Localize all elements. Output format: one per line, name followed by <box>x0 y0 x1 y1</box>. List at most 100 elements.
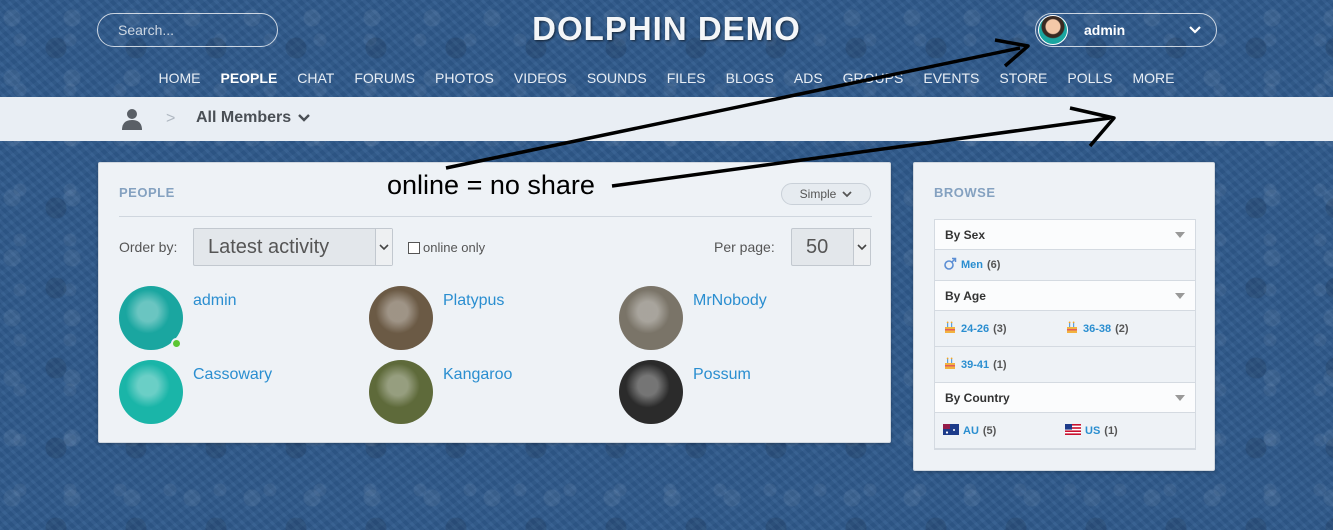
member-card[interactable]: admin <box>119 286 359 352</box>
browse-count: (3) <box>993 322 1007 335</box>
nav-item-forums[interactable]: FORUMS <box>344 70 425 86</box>
dropdown-arrow[interactable] <box>375 229 392 265</box>
member-name-link[interactable]: MrNobody <box>693 292 767 310</box>
member-avatar[interactable] <box>619 286 683 350</box>
browse-link[interactable]: 24-26 <box>961 323 989 335</box>
nav-item-videos[interactable]: VIDEOS <box>504 70 577 86</box>
nav-item-photos[interactable]: PHOTOS <box>425 70 504 86</box>
browse-entry[interactable]: 36-38 (2) <box>1065 320 1187 337</box>
browse-link[interactable]: 39-41 <box>961 359 989 371</box>
online-status-dot <box>171 338 182 349</box>
annotation-text: online = no share <box>387 170 595 200</box>
member-name-link[interactable]: admin <box>193 292 237 310</box>
flag-au-icon <box>943 423 959 438</box>
browse-count: (2) <box>1115 322 1129 335</box>
member-name-link[interactable]: Cassowary <box>193 366 272 384</box>
view-mode-button[interactable]: Simple <box>781 183 871 205</box>
view-mode-label: Simple <box>799 187 837 201</box>
browse-entry[interactable]: US (1) <box>1065 423 1187 438</box>
member-card[interactable]: Possum <box>619 360 859 426</box>
checkbox-box[interactable] <box>408 241 420 254</box>
cake-icon <box>1065 320 1079 337</box>
member-name-link[interactable]: Platypus <box>443 292 504 310</box>
browse-table: By Sex Men (6) By Age 24-26 (3) 36-38 (2) 39-41 (… <box>934 219 1196 450</box>
nav-item-events[interactable]: EVENTS <box>913 70 989 86</box>
breadcrumb-separator: > <box>166 110 176 127</box>
browse-count: (5) <box>982 424 997 437</box>
per-page-select[interactable]: 50 <box>791 228 871 266</box>
nav-item-home[interactable]: HOME <box>148 70 210 86</box>
breadcrumb-current-label: All Members <box>196 109 292 126</box>
browse-section-title: By Country <box>945 390 1010 405</box>
breadcrumb-current[interactable]: All Members <box>196 109 311 127</box>
chevron-down-icon <box>857 243 867 250</box>
browse-link[interactable]: US <box>1085 425 1100 437</box>
browse-section-title: By Sex <box>945 227 986 242</box>
nav-item-sounds[interactable]: SOUNDS <box>577 70 657 86</box>
nav-item-store[interactable]: STORE <box>989 70 1057 86</box>
flag-us-icon <box>1065 423 1081 438</box>
member-card[interactable]: Kangaroo <box>369 360 609 426</box>
browse-section-header[interactable]: By Age <box>935 281 1195 311</box>
dropdown-arrow[interactable] <box>853 229 870 265</box>
browse-entry[interactable]: Men (6) <box>943 257 1065 274</box>
order-by-label: Order by: <box>119 239 178 255</box>
browse-panel-title: BROWSE <box>934 185 996 200</box>
avatar <box>1038 15 1068 45</box>
browse-section-header[interactable]: By Country <box>935 383 1195 413</box>
collapse-triangle-icon[interactable] <box>1175 395 1185 401</box>
browse-entry[interactable]: 39-41 (1) <box>943 356 1065 373</box>
nav-item-polls[interactable]: POLLS <box>1057 70 1122 86</box>
browse-count: (1) <box>993 358 1007 371</box>
member-card[interactable]: MrNobody <box>619 286 859 352</box>
browse-entry[interactable]: AU (5) <box>943 423 1065 438</box>
per-page-value: 50 <box>806 235 829 258</box>
chevron-down-icon <box>842 190 852 197</box>
main-nav: HOME PEOPLE CHAT FORUMS PHOTOS VIDEOS SOUNDS FI… <box>0 70 1333 86</box>
online-only-label: online only <box>423 240 486 255</box>
nav-item-ads[interactable]: ADS <box>784 70 833 86</box>
user-menu[interactable]: admin <box>1035 13 1217 47</box>
member-name-link[interactable]: Kangaroo <box>443 366 512 384</box>
member-avatar[interactable] <box>619 360 683 424</box>
male-icon <box>943 257 957 274</box>
breadcrumb: > All Members <box>0 97 1333 141</box>
collapse-triangle-icon[interactable] <box>1175 293 1185 299</box>
browse-entry[interactable]: 24-26 (3) <box>943 320 1065 337</box>
nav-item-chat[interactable]: CHAT <box>287 70 344 86</box>
cake-icon <box>943 356 957 373</box>
nav-item-people[interactable]: PEOPLE <box>210 70 287 86</box>
browse-row: Men (6) <box>935 250 1195 281</box>
nav-item-blogs[interactable]: BLOGS <box>716 70 784 86</box>
cake-icon <box>943 320 957 337</box>
user-name: admin <box>1084 22 1126 38</box>
member-avatar[interactable] <box>369 360 433 424</box>
browse-count: (1) <box>1104 424 1118 437</box>
browse-row: 24-26 (3) 36-38 (2) <box>935 311 1195 347</box>
user-icon[interactable] <box>121 108 143 130</box>
chevron-down-icon <box>1189 26 1201 34</box>
browse-link[interactable]: Men <box>961 259 983 271</box>
people-panel: PEOPLE Simple Order by: Latest activity … <box>98 162 891 443</box>
member-card[interactable]: Platypus <box>369 286 609 352</box>
browse-row: 39-41 (1) <box>935 347 1195 383</box>
browse-link[interactable]: AU <box>963 425 979 437</box>
divider <box>119 216 872 217</box>
nav-item-groups[interactable]: GROUPS <box>833 70 914 86</box>
nav-item-files[interactable]: FILES <box>657 70 716 86</box>
member-name-link[interactable]: Possum <box>693 366 751 384</box>
member-card[interactable]: Cassowary <box>119 360 359 426</box>
order-by-select[interactable]: Latest activity <box>193 228 393 266</box>
member-avatar[interactable] <box>119 360 183 424</box>
collapse-triangle-icon[interactable] <box>1175 232 1185 238</box>
member-avatar[interactable] <box>369 286 433 350</box>
browse-section-header[interactable]: By Sex <box>935 220 1195 250</box>
online-only-checkbox[interactable]: online only <box>408 240 485 255</box>
browse-panel: BROWSE By Sex Men (6) By Age 24-26 (3) 36-38 (2… <box>913 162 1215 471</box>
browse-link[interactable]: 36-38 <box>1083 323 1111 335</box>
chevron-down-icon <box>298 114 310 122</box>
browse-section-title: By Age <box>945 288 986 303</box>
nav-item-more[interactable]: MORE <box>1123 70 1185 86</box>
per-page-label: Per page: <box>714 239 775 255</box>
people-panel-title: PEOPLE <box>119 185 175 200</box>
